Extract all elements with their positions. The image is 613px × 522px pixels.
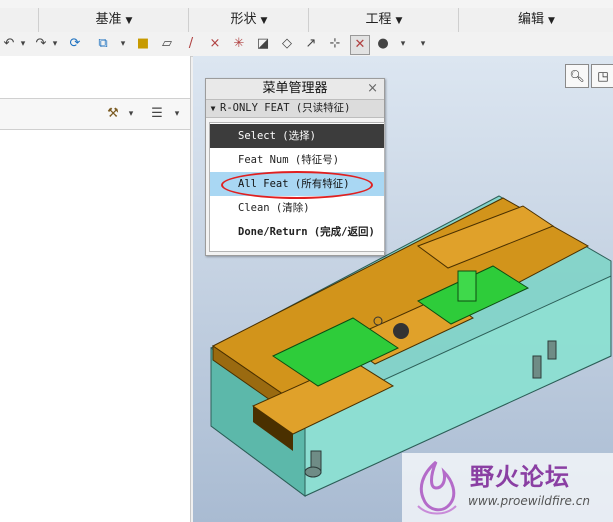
ribbon-group-shapes[interactable]: 形状 ▼ bbox=[188, 8, 309, 32]
select-tool-icon[interactable]: ✕ bbox=[350, 35, 370, 55]
chevron-down-icon: ▼ bbox=[125, 16, 133, 26]
flame-logo-icon bbox=[417, 460, 457, 515]
measure-icon[interactable]: ↗ bbox=[302, 35, 320, 53]
axis-icon[interactable]: / bbox=[182, 35, 200, 53]
shading-icon[interactable]: ● bbox=[374, 35, 392, 53]
close-icon[interactable]: × bbox=[367, 79, 378, 99]
model-tree-toolbar: ⚒ ▾ ☰ ▾ bbox=[0, 98, 190, 130]
windows-dropdown-icon[interactable]: ▾ bbox=[118, 35, 128, 53]
menu-item-done-return[interactable]: Done/Return (完成/返回) bbox=[210, 220, 384, 244]
plane-icon[interactable]: ▱ bbox=[158, 35, 176, 53]
redo-dropdown-icon[interactable]: ▾ bbox=[50, 35, 60, 53]
chevron-down-icon: ▼ bbox=[260, 16, 268, 26]
watermark-url: www.proewildfire.cn bbox=[468, 494, 590, 508]
point-icon[interactable]: × bbox=[206, 35, 224, 53]
toolbar-customize-icon[interactable]: ▾ bbox=[418, 35, 428, 53]
analysis-icon[interactable]: ⊹ bbox=[326, 35, 344, 53]
ribbon-group-datum[interactable]: 基准 ▼ bbox=[38, 8, 189, 32]
regenerate-icon[interactable]: ⟳ bbox=[66, 35, 84, 53]
undo-icon[interactable]: ↶ bbox=[0, 35, 18, 53]
csys-icon[interactable]: ✳ bbox=[230, 35, 248, 53]
center-hole bbox=[393, 323, 409, 339]
watermark-brand: 野火论坛 bbox=[470, 463, 570, 491]
pin-hole bbox=[373, 316, 383, 326]
menu-manager-dialog: 菜单管理器 × ▼ R-ONLY FEAT (只读特征) Select (选择) … bbox=[205, 78, 385, 256]
sketch-icon[interactable]: ◇ bbox=[278, 35, 296, 53]
tree-filter-dropdown-icon[interactable]: ▾ bbox=[172, 105, 182, 123]
cavity-boss bbox=[457, 270, 477, 302]
undo-dropdown-icon[interactable]: ▾ bbox=[18, 35, 28, 53]
chevron-down-icon: ▼ bbox=[548, 16, 555, 26]
submenu-title: R-ONLY FEAT (只读特征) bbox=[220, 102, 351, 114]
shading-dropdown-icon[interactable]: ▾ bbox=[398, 35, 408, 53]
tree-settings-icon[interactable]: ⚒ bbox=[104, 105, 122, 123]
tree-filter-icon[interactable]: ☰ bbox=[148, 105, 166, 123]
menu-item-feat-num[interactable]: Feat Num (特征号) bbox=[210, 148, 384, 172]
ribbon-group-bar: 基准 ▼ 形状 ▼ 工程 ▼ 编辑 ▼ bbox=[0, 8, 613, 33]
guide-pin-2 bbox=[532, 355, 542, 379]
triangle-down-icon: ▼ bbox=[210, 104, 216, 113]
chevron-down-icon: ▼ bbox=[395, 16, 403, 26]
quick-toolbar: ↶ ▾ ↷ ▾ ⟳ ⧉ ▾ ■ ▱ / × ✳ ◪ ◇ ↗ ⊹ ✕ ● ▾ ▾ bbox=[0, 32, 613, 57]
ribbon-group-edit[interactable]: 编辑 ▼ bbox=[458, 8, 613, 32]
menu-item-select[interactable]: Select (选择) bbox=[210, 124, 384, 148]
windows-icon[interactable]: ⧉ bbox=[94, 35, 112, 53]
submenu-header[interactable]: ▼ R-ONLY FEAT (只读特征) bbox=[206, 99, 384, 118]
folder-icon[interactable]: ■ bbox=[134, 35, 152, 53]
layer-icon[interactable]: ◪ bbox=[254, 35, 272, 53]
tree-settings-dropdown-icon[interactable]: ▾ bbox=[126, 105, 136, 123]
ribbon-group-engineering[interactable]: 工程 ▼ bbox=[308, 8, 459, 32]
menu-manager-title: 菜单管理器 bbox=[206, 79, 384, 99]
ejector-pin bbox=[304, 466, 322, 478]
guide-pin-3 bbox=[547, 340, 557, 360]
highlight-circle-annotation bbox=[221, 171, 373, 199]
redo-icon[interactable]: ↷ bbox=[32, 35, 50, 53]
menu-item-clean[interactable]: Clean (清除) bbox=[210, 196, 384, 220]
